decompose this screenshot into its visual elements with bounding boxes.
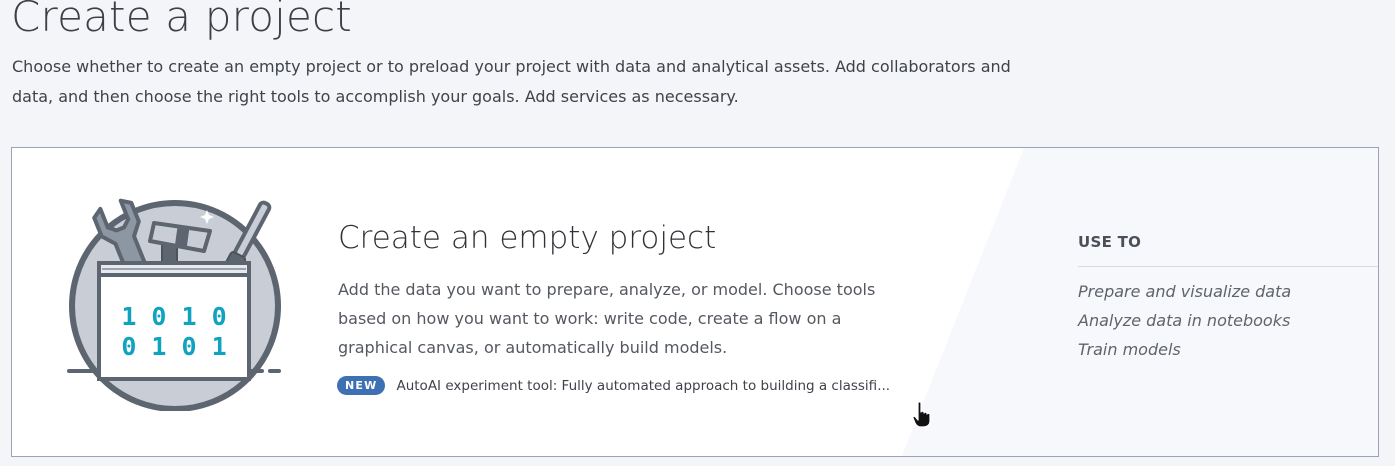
binary-digits-line-2: 0 1 0 1 <box>121 332 226 361</box>
use-to-divider <box>1078 266 1378 267</box>
create-empty-project-card[interactable]: 1 0 1 0 0 1 0 1 Create an empty project … <box>11 147 1379 457</box>
use-to-item: Train models <box>1078 340 1181 359</box>
use-to-item: Prepare and visualize data <box>1078 282 1292 301</box>
use-to-heading: USE TO <box>1078 233 1142 251</box>
new-feature-text: AutoAI experiment tool: Fully automated … <box>396 377 891 394</box>
card-title: Create an empty project <box>338 220 717 256</box>
new-feature-row: NEW AutoAI experiment tool: Fully automa… <box>337 376 890 395</box>
binary-digits-line-1: 1 0 1 0 <box>121 302 226 331</box>
page-description: Choose whether to create an empty projec… <box>12 57 1011 106</box>
hand-pointer-cursor-icon <box>912 401 931 428</box>
new-badge: NEW <box>337 376 386 395</box>
card-description: Add the data you want to prepare, analyz… <box>338 280 876 357</box>
page-title: Create a project <box>11 0 352 41</box>
toolbox-illustration-icon: 1 0 1 0 0 1 0 1 <box>67 198 281 411</box>
use-to-list: Prepare and visualize data Analyze data … <box>1078 277 1291 364</box>
use-to-item: Analyze data in notebooks <box>1078 311 1291 330</box>
